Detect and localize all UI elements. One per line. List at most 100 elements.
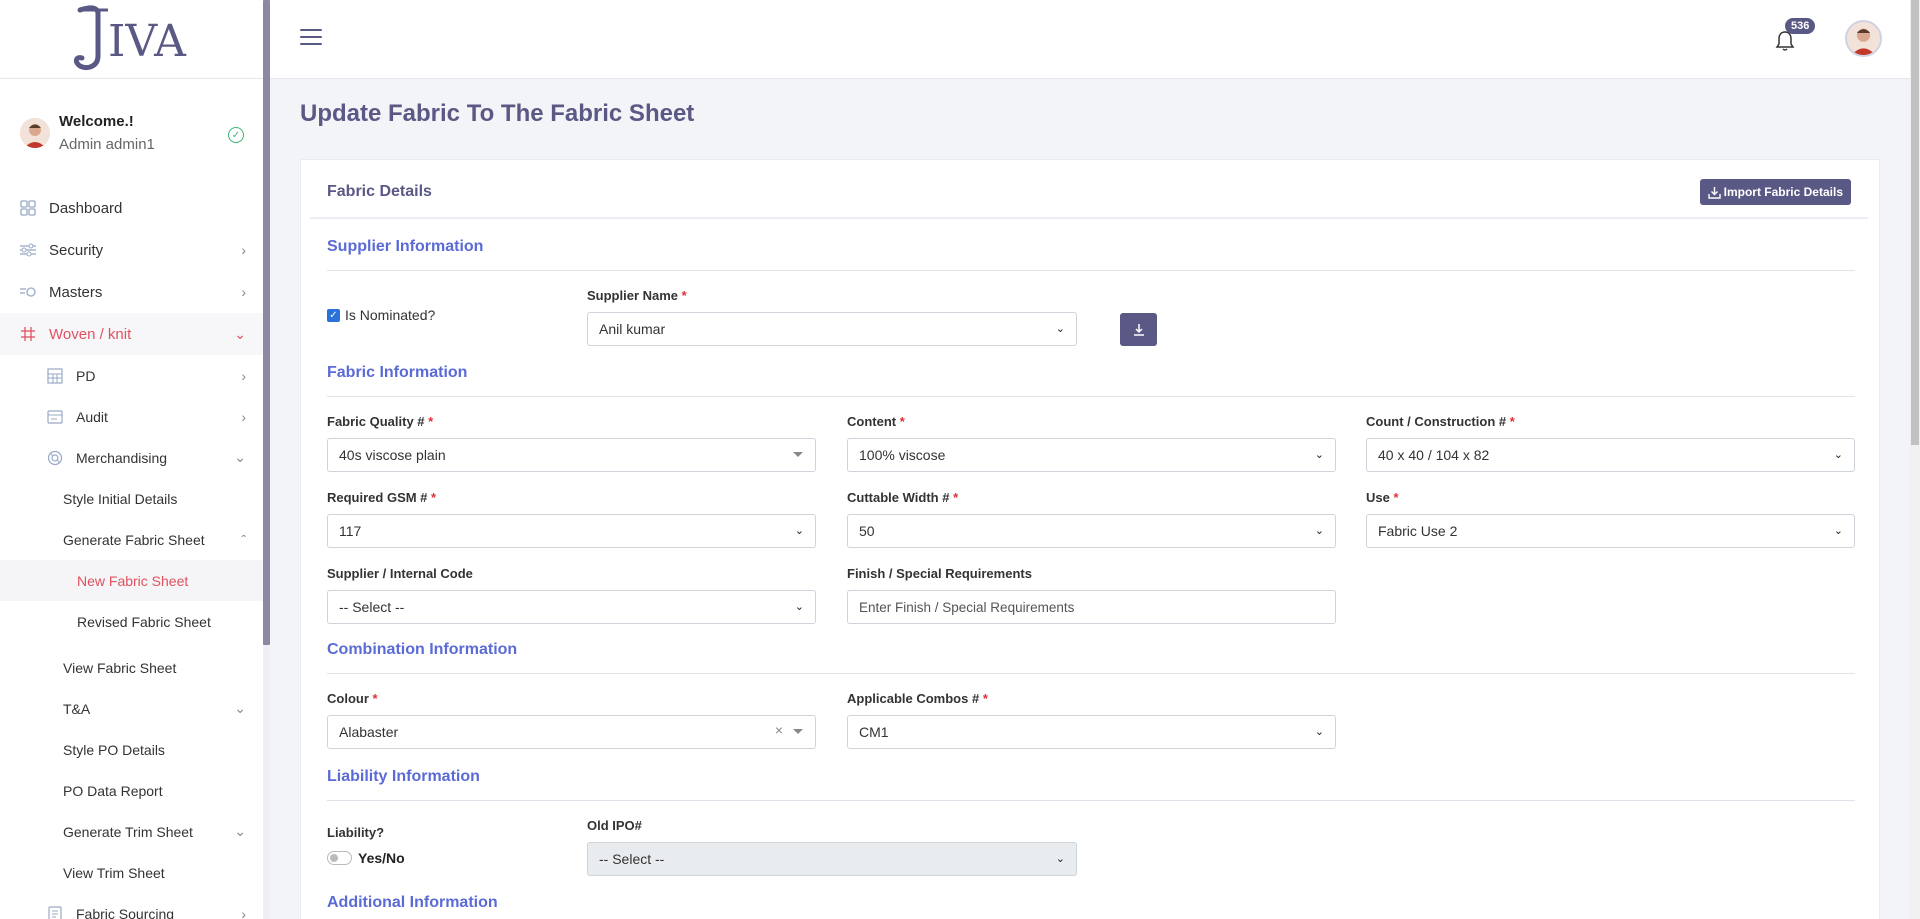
sidebar-item-fabric-sourcing[interactable]: Fabric Sourcing › — [0, 893, 264, 919]
chevron-down-icon: ⌄ — [1055, 853, 1065, 865]
user-welcome: Welcome.! Admin admin1 ✓ — [0, 79, 264, 187]
sidebar-item-style-initial-details[interactable]: Style Initial Details — [0, 478, 264, 519]
document-icon — [46, 905, 64, 919]
liability-label: Liability? — [327, 825, 385, 840]
cuttable-width-select[interactable]: 50 ⌄ — [847, 514, 1336, 548]
sidebar-item-masters[interactable]: Masters › — [0, 271, 264, 313]
sidebar-item-new-fabric-sheet[interactable]: New Fabric Sheet — [0, 560, 264, 601]
card-header: Fabric Details Import Fabric Details — [310, 167, 1868, 219]
download-supplier-button[interactable] — [1120, 313, 1157, 346]
sidebar-item-label: Generate Fabric Sheet — [63, 531, 205, 548]
use-select[interactable]: Fabric Use 2 ⌄ — [1366, 514, 1855, 548]
chevron-down-icon: ⌄ — [1833, 525, 1843, 537]
clear-icon[interactable]: × — [775, 722, 783, 738]
download-icon — [1707, 186, 1721, 199]
sidebar-item-revised-fabric-sheet[interactable]: Revised Fabric Sheet — [0, 601, 264, 642]
user-name: Admin admin1 — [59, 136, 155, 153]
chevron-right-icon: › — [241, 242, 246, 258]
content-select[interactable]: 100% viscose ⌄ — [847, 438, 1336, 472]
finish-label: Finish / Special Requirements — [847, 566, 1032, 581]
sidebar-item-label: Woven / knit — [49, 325, 132, 343]
supplier-name-select[interactable]: Anil kumar ⌄ — [587, 312, 1077, 346]
section-title-supplier: Supplier Information — [327, 238, 484, 255]
section-title-additional: Additional Information — [327, 894, 498, 911]
menu-toggle-icon[interactable] — [300, 29, 322, 47]
sidebar-item-generate-fabric-sheet[interactable]: Generate Fabric Sheet ˆ — [0, 519, 264, 560]
sidebar-item-label: T&A — [63, 700, 91, 717]
sidebar-item-label: Merchandising — [76, 449, 168, 466]
dashboard-icon — [19, 199, 37, 217]
support-icon — [46, 449, 64, 467]
supplier-internal-code-label: Supplier / Internal Code — [327, 566, 473, 581]
required-gsm-select[interactable]: 117 ⌄ — [327, 514, 816, 548]
sidebar-item-label: View Fabric Sheet — [63, 659, 177, 676]
chevron-down-icon: ⌄ — [1314, 726, 1324, 738]
colour-select[interactable]: Alabaster × — [327, 715, 816, 749]
sidebar-item-view-trim-sheet[interactable]: View Trim Sheet — [0, 852, 264, 893]
sidebar-item-t-and-a[interactable]: T&A ⌄ — [0, 688, 264, 729]
chevron-down-icon: ⌄ — [1055, 323, 1065, 335]
caret-down-icon — [793, 452, 803, 457]
page-title: Update Fabric To The Fabric Sheet — [300, 100, 695, 127]
sidebar-item-security[interactable]: Security › — [0, 229, 264, 271]
logo[interactable]: IVA — [0, 0, 264, 79]
liability-toggle-label: Yes/No — [358, 850, 405, 866]
section-title-combination: Combination Information — [327, 641, 518, 658]
chevron-down-icon: ⌄ — [234, 449, 246, 465]
section-divider — [327, 673, 1855, 674]
chevron-down-icon: ⌄ — [234, 823, 246, 839]
jiva-logo: IVA — [73, 5, 187, 71]
section-title-liability: Liability Information — [327, 768, 480, 785]
sidebar-item-generate-trim-sheet[interactable]: Generate Trim Sheet ⌄ — [0, 811, 264, 852]
sidebar-item-label: Dashboard — [49, 199, 123, 217]
supplier-name-label: Supplier Name * — [587, 288, 687, 303]
welcome-title: Welcome.! — [59, 113, 134, 130]
chevron-up-icon: ˆ — [241, 531, 246, 548]
sliders-icon — [19, 241, 37, 259]
caret-down-icon — [793, 729, 803, 734]
finish-input[interactable]: Enter Finish / Special Requirements — [847, 590, 1336, 624]
user-avatar[interactable] — [1845, 20, 1882, 57]
sidebar-item-label: Style Initial Details — [63, 490, 178, 507]
fabric-quality-select[interactable]: 40s viscose plain — [327, 438, 816, 472]
supplier-internal-code-select[interactable]: -- Select -- ⌄ — [327, 590, 816, 624]
chevron-down-icon: ⌄ — [234, 325, 246, 342]
sidebar-item-dashboard[interactable]: Dashboard — [0, 187, 264, 229]
notification-badge: 536 — [1785, 18, 1816, 34]
sidebar-item-pd[interactable]: PD › — [0, 355, 264, 396]
use-label: Use * — [1366, 490, 1399, 505]
sidebar-item-style-po-details[interactable]: Style PO Details — [0, 729, 264, 770]
chevron-right-icon: › — [241, 284, 246, 300]
sidebar-item-po-data-report[interactable]: PO Data Report — [0, 770, 264, 811]
old-ipo-select[interactable]: -- Select -- ⌄ — [587, 842, 1077, 876]
liability-toggle[interactable] — [327, 851, 352, 865]
sidebar-item-audit[interactable]: Audit › — [0, 396, 264, 437]
main-scrollbar-thumb[interactable] — [1911, 0, 1919, 445]
content-label: Content * — [847, 414, 905, 429]
applicable-combos-select[interactable]: CM1 ⌄ — [847, 715, 1336, 749]
sidebar-item-label: PO Data Report — [63, 782, 163, 799]
sidebar-item-label: View Trim Sheet — [63, 864, 165, 881]
is-nominated-checkbox[interactable]: ✓ — [327, 309, 340, 322]
card-title: Fabric Details — [327, 183, 432, 200]
sidebar-scrollbar-thumb[interactable] — [263, 0, 270, 645]
online-check-icon: ✓ — [228, 127, 244, 143]
sidebar-item-label: Revised Fabric Sheet — [77, 613, 211, 630]
count-construction-select[interactable]: 40 x 40 / 104 x 82 ⌄ — [1366, 438, 1855, 472]
sidebar-item-label: Masters — [49, 283, 103, 301]
sidebar-item-label: Fabric Sourcing — [76, 905, 175, 919]
sidebar-item-merchandising[interactable]: Merchandising ⌄ — [0, 437, 264, 478]
count-construction-label: Count / Construction # * — [1366, 414, 1515, 429]
sidebar-item-label: Security — [49, 241, 104, 259]
sidebar-item-view-fabric-sheet[interactable]: View Fabric Sheet — [0, 647, 264, 688]
sidebar-item-label: PD — [76, 367, 96, 384]
download-icon — [1133, 323, 1144, 336]
sidebar-item-label: New Fabric Sheet — [77, 572, 189, 589]
fast-search-icon — [19, 283, 37, 301]
sidebar-item-woven-knit[interactable]: Woven / knit ⌄ — [0, 313, 264, 355]
chevron-down-icon: ⌄ — [1314, 449, 1324, 461]
import-fabric-details-button[interactable]: Import Fabric Details — [1699, 179, 1851, 205]
cuttable-width-label: Cuttable Width # * — [847, 490, 959, 505]
section-divider — [327, 396, 1855, 397]
sidebar-item-label: Style PO Details — [63, 741, 165, 758]
